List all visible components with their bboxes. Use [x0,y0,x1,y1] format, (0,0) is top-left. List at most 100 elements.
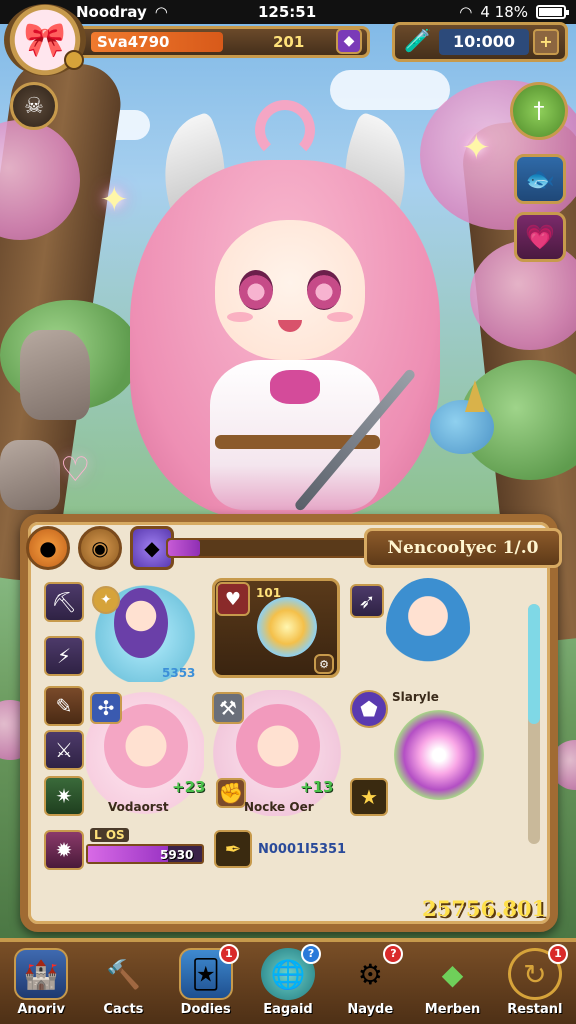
skull-shield-icon[interactable]: ☠ [10,82,58,130]
currency-value: 10:000 [439,29,529,55]
card-label: Vodaorst [108,800,169,814]
rank-badge-icon [64,50,84,70]
wifi-icon: ◠ [154,3,168,21]
magic-burst-card[interactable] [380,700,510,810]
heart-icon: ♥ [216,582,250,616]
nav-item-restanl[interactable]: ↻ Restanl 1 [494,942,576,1024]
battery-icon [536,5,569,19]
gem-icon[interactable]: ◆ [336,28,362,54]
mage-portrait [114,588,168,658]
panel-progress-fill [168,540,201,556]
hammer-icon: 🔨 [105,957,141,991]
blush [327,312,353,322]
burst-glow [394,710,484,800]
fish-icon[interactable]: 🐟 [514,154,566,204]
player-level: 201 [273,33,305,51]
bottom-mid-value: N0001I5351 [258,842,347,857]
quill-icon[interactable]: ✒ [214,830,252,868]
hammer-icon: ⚒ [212,692,244,724]
compass-icon: ✦ [92,586,120,614]
notification-badge: ? [301,944,322,964]
fish-glyph: 🐟 [525,165,555,193]
hero-character[interactable] [120,100,450,520]
blush [227,312,253,322]
feather-icon[interactable]: ✎ [44,686,84,726]
hair-curl [255,100,315,160]
potion-bottles-icon: 🧪 [404,29,432,54]
nav-item-dodies[interactable]: 🃏 Dodies 1 [165,942,247,1024]
spike-icon[interactable]: ✹ [44,830,84,870]
cannon-icon[interactable]: ⚔ [44,730,84,770]
wifi-icon: ◠ [459,3,473,21]
castle-icon: 🏰 [14,948,69,1000]
clock: 125:51 [258,3,317,21]
bottom-left-value: 5930 [160,848,194,862]
nav-label: Restanl [507,1002,563,1017]
sparkle-icon: ✦ [462,128,491,168]
nav-item-anoriv[interactable]: 🏰 Anoriv [0,942,82,1024]
card-stat: +23 [172,778,206,796]
rune-icon: ✣ [90,692,122,724]
notification-badge: 1 [218,944,239,964]
lightning-icon[interactable]: ⚡ [44,636,84,676]
battery-fill [539,8,563,16]
panel-scrollbar[interactable] [528,604,540,844]
mouth [278,320,302,332]
nav-label: Dodies [180,1002,231,1017]
notification-badge: 1 [547,944,568,964]
orange-orb-icon[interactable]: ● [26,526,70,570]
card-stat: 101 [256,586,282,600]
swordswoman-portrait [386,578,470,678]
bottom-left-label: L OS [90,828,129,842]
nav-item-merben[interactable]: ◆ Merben [411,942,493,1024]
nav-label: Nayde [347,1002,394,1017]
nav-label: Eagaid [263,1002,313,1017]
scrollbar-thumb[interactable] [528,604,540,724]
notification-badge: ? [383,944,404,964]
heart-icon[interactable]: 💗 [514,212,566,262]
nav-label: Anoriv [17,1002,65,1017]
battery-percent: 4 18% [480,3,528,21]
nav-item-eagaid[interactable]: 🌐 Eagaid ? [247,942,329,1024]
star-burst-icon[interactable]: ✷ [44,776,84,816]
nav-label: Merben [424,1002,481,1017]
panel-progress-bar [166,538,386,558]
dress-bow [270,370,320,404]
bottom-left-fill [88,846,168,862]
card-label: Nocke Oer [244,800,314,814]
bottom-nav: 🏰 Anoriv 🔨 Cacts 🃏 Dodies 1 🌐 Eagaid ? ⚙… [0,938,576,1024]
device-status-bar: Noodray ◠ 125:51 ◠ 4 18% [0,0,576,24]
nav-item-nayde[interactable]: ⚙ Nayde ? [329,942,411,1024]
rock [20,330,90,420]
bow-icon[interactable]: ➶ [350,584,384,618]
sword-icon[interactable]: † [510,82,568,140]
crystal-glow [257,597,317,657]
player-plate: Sva4790 201 [70,26,370,58]
axe-icon[interactable]: ⛏ [44,582,84,622]
card-stat: +13 [300,778,334,796]
eye-shield-icon[interactable]: ◉ [78,526,122,570]
panel-tab-title[interactable]: Nencoolyec 1/.0 [364,528,562,568]
rock [0,440,60,510]
nav-label: Cacts [103,1002,144,1017]
shield-gem-icon[interactable]: ⬟ [350,690,388,728]
player-name: Sva4790 [91,32,223,52]
gold-star-icon[interactable]: ★ [350,778,388,816]
eye-right [307,270,341,310]
gold-total: 25756.801 [422,896,547,921]
heart-sparkle-icon: ♡ [60,450,91,490]
pet-horn [465,380,485,412]
hero-card-swordswoman[interactable] [364,574,514,684]
currency-panel: 🧪 10:000 + [392,22,568,62]
eye-left [239,270,273,310]
carrier-name: Noodray [76,3,147,21]
panel-header: ● ◉ ◆ Nencoolyec 1/.0 [26,522,562,576]
fist-icon: ✊ [216,778,246,808]
hero-face [215,220,365,360]
heart-glyph: 💗 [525,223,555,251]
pink-girl-two-portrait [236,704,320,788]
nav-item-cacts[interactable]: 🔨 Cacts [82,942,164,1024]
currency-add-button[interactable]: + [533,29,559,55]
green-crystal-icon: ◆ [441,957,464,991]
sword-glyph: † [533,98,545,124]
